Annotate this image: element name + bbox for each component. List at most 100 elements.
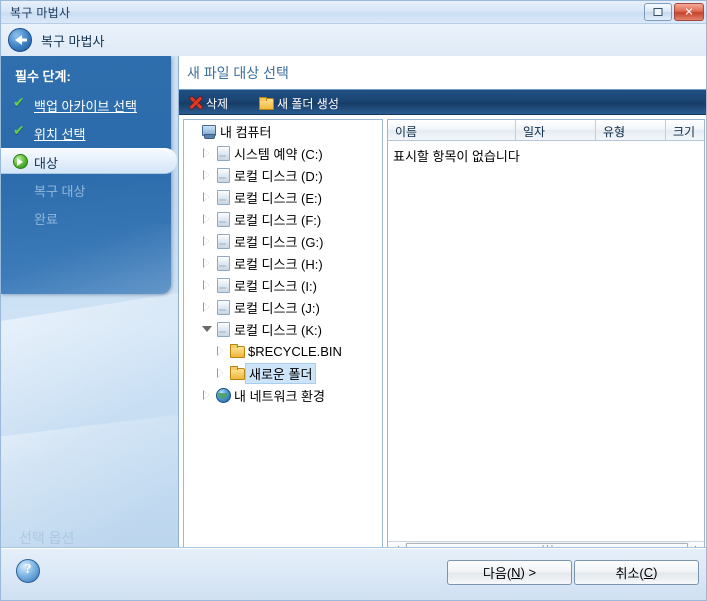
tree-expand-arrow-icon[interactable] [200,208,214,230]
sidebar-item-label: 백업 아카이브 선택 [34,99,137,114]
column-header[interactable]: 일자 [516,120,596,140]
footer-divider [1,548,706,549]
drive-icon [214,164,232,186]
delete-button[interactable]: 삭제 [185,93,232,113]
cancel-button-post: ) [653,565,658,580]
tree-expand-arrow-icon[interactable] [200,384,214,406]
tree-item-label: 로컬 디스크 (I:) [234,278,317,294]
tree-item[interactable]: 로컬 디스크 (E:) [184,186,382,208]
step-placeholder-icon [13,181,28,198]
page-title: 새 파일 대상 선택 [187,65,289,81]
delete-button-label: 삭제 [206,96,229,111]
tree-item-label: 로컬 디스크 (K:) [234,322,322,338]
next-button-pre: 다음( [482,566,512,581]
folder-icon [228,362,246,384]
tree-item[interactable]: 로컬 디스크 (H:) [184,252,382,274]
drive-icon [214,296,232,318]
wizard-name: 복구 마법사 [41,34,105,49]
sidebar-shine-decoration [1,284,178,468]
sidebar-item-label: 대상 [34,156,58,171]
check-icon [13,95,28,113]
tree-item-label: 로컬 디스크 (E:) [234,190,322,206]
tree-item[interactable]: 내 컴퓨터 [184,120,382,142]
cancel-button[interactable]: 취소(C) [574,560,699,585]
file-list-panel[interactable]: 이름 일자 유형 크기 표시할 항목이 없습니다 [387,119,705,559]
tree-item-label: 로컬 디스크 (J:) [234,300,320,316]
tree-item[interactable]: 로컬 디스크 (I:) [184,274,382,296]
folder-icon [259,97,274,110]
back-arrow-icon[interactable] [8,28,32,52]
column-header[interactable]: 이름 [388,120,516,140]
computer-icon [200,120,218,142]
red-x-icon [189,97,202,110]
tree-item[interactable]: 새로운 폴더 [184,362,382,384]
tree-item-label: 내 네트워크 환경 [234,388,325,404]
tree-item-label: 로컬 디스크 (H:) [234,256,323,272]
new-folder-button-label: 새 폴더 생성 [277,96,339,111]
next-button-mnemonic: N [511,565,521,580]
restore-window-button[interactable] [644,3,672,21]
help-question-icon[interactable] [16,559,40,583]
tree-item-label: 로컬 디스크 (F:) [234,212,322,228]
folder-tree[interactable]: 내 컴퓨터시스템 예약 (C:) 로컬 디스크 (D:) 로컬 디스크 (E:) 로컬… [183,119,383,559]
sidebar-shine-decoration-2 [1,408,178,549]
close-window-button[interactable]: ✕ [674,3,704,21]
empty-list-message: 표시할 항목이 없습니다 [393,149,520,164]
footer-bar: 다음(N) > 취소(C) [1,547,706,600]
tree-item-label: $RECYCLE.BIN [248,343,342,359]
tree-item[interactable]: 시스템 예약 (C:) [184,142,382,164]
tree-item-label: 로컬 디스크 (D:) [234,168,323,184]
tree-expand-arrow-icon[interactable] [200,252,214,274]
steps-panel: 필수 단계: 백업 아카이브 선택 위치 선택 대상 복구 대상 완료 [1,56,177,294]
column-header[interactable]: 크기 [666,120,704,140]
close-icon: ✕ [684,5,694,19]
new-folder-button[interactable]: 새 폴더 생성 [255,93,343,113]
cancel-button-mnemonic: C [643,565,654,580]
tree-expand-arrow-icon[interactable] [214,362,228,384]
green-arrow-icon [13,154,28,169]
restore-icon [653,8,663,16]
file-toolbar: 삭제 새 폴더 생성 [179,89,706,115]
tree-expand-arrow-icon[interactable] [200,164,214,186]
tree-item[interactable]: 로컬 디스크 (K:) [184,318,382,340]
column-header[interactable]: 유형 [596,120,666,140]
network-icon [214,384,232,406]
window-title: 복구 마법사 [10,6,71,20]
tree-expand-arrow-icon[interactable] [214,340,228,362]
sidebar: 필수 단계: 백업 아카이브 선택 위치 선택 대상 복구 대상 완료 [1,56,178,549]
content-pane: 새 파일 대상 선택 삭제 새 폴더 생성 내 컴퓨터시스템 예약 (C:) 로컬… [178,56,706,591]
check-icon [13,123,28,141]
tree-item[interactable]: 내 네트워크 환경 [184,384,382,406]
sidebar-item-destination[interactable]: 대상 [1,148,177,174]
tree-expand-arrow-icon[interactable] [200,186,214,208]
sidebar-item-location[interactable]: 위치 선택 [1,120,171,146]
sidebar-item-recovery-target: 복구 대상 [1,177,171,203]
tree-item[interactable]: $RECYCLE.BIN [184,340,382,362]
drive-icon [214,186,232,208]
tree-item-label: 로컬 디스크 (G:) [234,234,324,250]
steps-panel-shine [1,224,171,294]
tree-expand-arrow-icon[interactable] [200,142,214,164]
drive-icon [214,318,232,340]
tree-expand-arrow-icon[interactable] [200,274,214,296]
next-button-post: ) > [520,565,537,580]
tree-item[interactable]: 로컬 디스크 (J:) [184,296,382,318]
folder-icon [228,340,246,362]
tree-item[interactable]: 로컬 디스크 (G:) [184,230,382,252]
tree-item-label: 시스템 예약 (C:) [234,146,323,162]
tree-item[interactable]: 로컬 디스크 (F:) [184,208,382,230]
steps-title: 필수 단계: [15,69,71,84]
tree-expand-arrow-icon[interactable] [200,230,214,252]
sidebar-item-finish: 완료 [1,205,171,231]
sidebar-item-label: 복구 대상 [34,184,86,199]
drive-icon [214,230,232,252]
ghost-text-selection-options: 선택 옵션 [19,530,75,546]
file-list-header: 이름 일자 유형 크기 [388,120,704,141]
drive-icon [214,252,232,274]
sidebar-item-backup-archive[interactable]: 백업 아카이브 선택 [1,92,171,118]
tree-expand-arrow-open-icon[interactable] [200,318,214,340]
tree-twisty-spacer [186,120,200,142]
tree-item[interactable]: 로컬 디스크 (D:) [184,164,382,186]
tree-expand-arrow-icon[interactable] [200,296,214,318]
next-button[interactable]: 다음(N) > [447,560,572,585]
